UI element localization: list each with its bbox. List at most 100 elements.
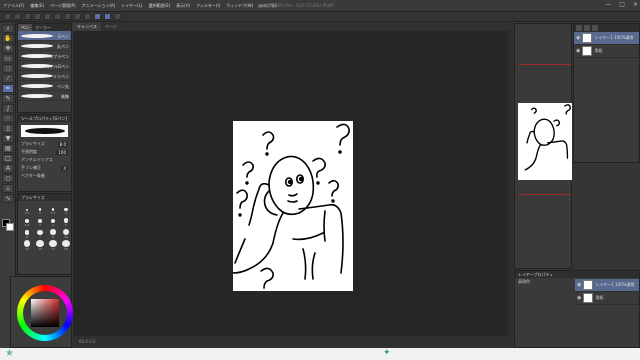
tab-marker[interactable]: マーカー — [32, 24, 54, 31]
maximize-icon[interactable]: □ — [619, 1, 625, 8]
eye-icon[interactable]: ◉ — [576, 48, 580, 54]
prop-stabilization[interactable]: 手ブレ補正 4 — [18, 164, 71, 172]
shape-icon[interactable]: □ — [2, 154, 14, 163]
menu-view[interactable]: 表示(V) — [173, 3, 193, 9]
canvas-paper[interactable] — [233, 121, 353, 291]
brush-size-cell[interactable]: 2 — [60, 204, 72, 215]
snap-special-ruler-button[interactable] — [104, 13, 111, 20]
prop-opacity[interactable]: 不透明度 100 — [18, 148, 71, 156]
menu-window[interactable]: ウィンドウ(W) — [223, 3, 256, 9]
lasso-icon[interactable]: ◌ — [2, 64, 14, 73]
close-icon[interactable]: ✕ — [633, 1, 638, 8]
menu-filter[interactable]: フィルター(I) — [193, 3, 223, 9]
brush-size-cell[interactable]: 1 — [34, 204, 46, 215]
invert-selection-button[interactable] — [84, 13, 91, 20]
snap-ruler-button[interactable] — [94, 13, 101, 20]
text-icon[interactable]: A — [2, 164, 14, 173]
color-saturation-square[interactable] — [31, 299, 59, 327]
balloon-icon[interactable]: ○ — [2, 174, 14, 183]
redo-button[interactable] — [44, 13, 51, 20]
clip-studio-icon[interactable]: ✦ — [383, 348, 391, 358]
brush-item[interactable]: ミリペン — [18, 71, 71, 81]
prop-antialias[interactable]: アンチエイリアス — [18, 156, 71, 164]
brush-size-cell[interactable]: 20 — [60, 240, 72, 251]
eye-icon[interactable]: ◉ — [576, 35, 580, 41]
background-color-swatch[interactable] — [6, 223, 14, 231]
brush-item[interactable]: 装飾 — [18, 91, 71, 101]
selection-icon[interactable]: ▭ — [2, 54, 14, 63]
tab-pen[interactable]: ペン — [18, 24, 32, 31]
prop-vector-snap[interactable]: ベクター吸着 — [18, 172, 71, 180]
layer-row[interactable]: ◉ レイヤー1 100%通常 — [575, 279, 639, 292]
brush-size-cell[interactable]: 4 — [47, 216, 59, 227]
brush-size-cell[interactable]: 8 — [47, 228, 59, 239]
brush-size-cell[interactable]: 7 — [34, 228, 46, 239]
deselect-button[interactable] — [74, 13, 81, 20]
canvas-area[interactable]: キャンバス ページ 60.0 0.0 — [73, 23, 513, 348]
brush-size-cell[interactable]: 5 — [60, 216, 72, 227]
save-button[interactable] — [24, 13, 31, 20]
new-layer-button[interactable] — [576, 25, 582, 31]
brush-size-cell[interactable]: 6 — [21, 228, 33, 239]
undo-button[interactable] — [34, 13, 41, 20]
menu-animation[interactable]: アニメーション(A) — [79, 3, 119, 9]
layer-row[interactable]: ◉ 用紙 — [575, 292, 639, 305]
menu-file[interactable]: ファイル(F) — [0, 3, 27, 9]
brush-size-cell[interactable]: 17 — [47, 240, 59, 251]
eraser-icon[interactable]: ▯ — [2, 124, 14, 133]
new-folder-button[interactable] — [584, 25, 590, 31]
brush-size-cell[interactable]: 1.5 — [47, 204, 59, 215]
brush-item[interactable]: リアルGペン — [18, 61, 71, 71]
opacity-field[interactable]: 100 — [56, 149, 68, 155]
pen-icon[interactable]: ✒ — [2, 84, 14, 93]
brush-item[interactable]: カブラペン — [18, 51, 71, 61]
layer-thumbnail — [582, 46, 593, 56]
brush-size-cell[interactable]: 0.7 — [21, 204, 33, 215]
open-file-button[interactable] — [14, 13, 21, 20]
brush-item[interactable]: 丸ペン — [18, 41, 71, 51]
layer-row[interactable]: ◉ レイヤー1 100%通常 — [574, 32, 639, 45]
brush-size-cell[interactable]: 12 — [21, 240, 33, 251]
snap-grid-button[interactable] — [114, 13, 121, 20]
brush-size-cell[interactable]: 15 — [34, 240, 46, 251]
brush-item[interactable]: Gペン — [18, 31, 71, 41]
pencil-icon[interactable]: ✎ — [2, 94, 14, 103]
zoom-icon[interactable]: ⌕ — [2, 24, 14, 33]
menu-edit[interactable]: 編集(E) — [27, 3, 47, 9]
fill-icon[interactable]: ▼ — [2, 134, 14, 143]
clear-button[interactable] — [54, 13, 61, 20]
gradient-icon[interactable]: ▤ — [2, 144, 14, 153]
transform-button[interactable] — [64, 13, 71, 20]
brush-size-cell[interactable]: 10 — [60, 228, 72, 239]
prop-brush-size[interactable]: ブラシサイズ 8.0 — [18, 140, 71, 148]
delete-layer-button[interactable] — [592, 25, 598, 31]
move-icon[interactable]: ✥ — [2, 44, 14, 53]
brush-label: カブラペン — [49, 54, 69, 59]
brush-size-cell[interactable]: 2.5 — [21, 216, 33, 227]
airbrush-icon[interactable]: ⁘ — [2, 114, 14, 123]
brush-icon[interactable]: ∫ — [2, 104, 14, 113]
brush-size-cell[interactable]: 3 — [34, 216, 46, 227]
vertical-scrollbar[interactable] — [508, 31, 513, 336]
tab-page[interactable]: ページ — [101, 23, 121, 31]
color-wheel[interactable] — [17, 285, 73, 341]
stabilization-field[interactable]: 4 — [61, 165, 68, 171]
layer-row[interactable]: ◉ 用紙 — [574, 45, 639, 58]
brush-item[interactable]: ペン先 — [18, 81, 71, 91]
ruler-icon[interactable]: ⊥ — [2, 184, 14, 193]
minimize-icon[interactable]: — — [605, 1, 611, 8]
navigator-thumbnail[interactable] — [518, 103, 572, 180]
star-icon[interactable]: ★ — [5, 349, 14, 359]
new-file-button[interactable] — [4, 13, 11, 20]
eye-icon[interactable]: ◉ — [577, 282, 581, 288]
brush-size-field[interactable]: 8.0 — [57, 141, 68, 147]
menu-page[interactable]: ページ管理(P) — [47, 3, 78, 9]
menu-layer[interactable]: レイヤー(L) — [118, 3, 145, 9]
correct-line-icon[interactable]: ∿ — [2, 194, 14, 203]
hand-icon[interactable]: ✋ — [2, 34, 14, 43]
tab-canvas[interactable]: キャンバス — [73, 23, 101, 31]
layer-name: レイヤー1 100%通常 — [594, 35, 634, 40]
eye-icon[interactable]: ◉ — [577, 295, 581, 301]
menu-selection[interactable]: 選択範囲(S) — [145, 3, 173, 9]
eyedropper-icon[interactable]: ⁄ — [2, 74, 14, 83]
